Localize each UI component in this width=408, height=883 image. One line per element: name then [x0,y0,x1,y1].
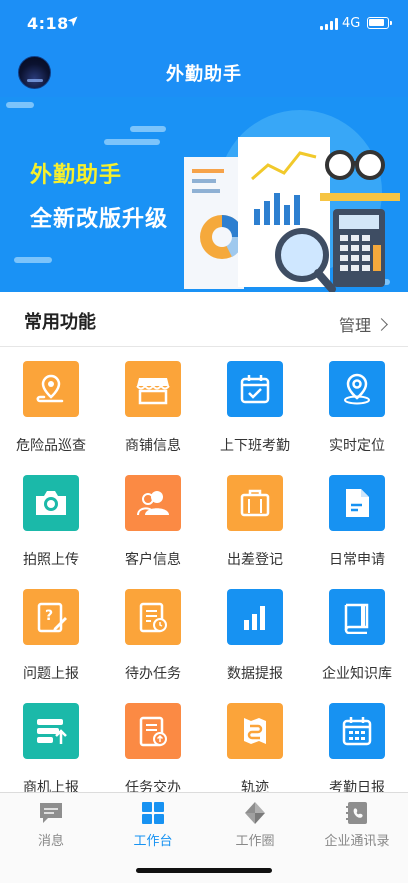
route-icon [227,703,283,759]
tab-label: 工作台 [133,834,173,849]
briefcase-icon [227,475,283,531]
function-tile[interactable]: 拍照上传 [0,461,102,575]
function-tile[interactable]: 出差登记 [204,461,306,575]
bar-chart-icon [227,589,283,645]
task-assign-icon [125,703,181,759]
function-tile[interactable]: 考勤日报 [306,689,408,792]
function-tile[interactable]: 日常申请 [306,461,408,575]
circle-diamond-icon [242,801,268,825]
status-bar: 4:18 4G [0,0,408,48]
tab-work-circle[interactable]: 工作圈 [204,801,306,849]
function-tile[interactable]: 上下班考勤 [204,347,306,461]
cellular-signal-icon [320,18,338,30]
page-title: 外勤助手 [166,64,242,85]
status-time: 4:18 [27,14,69,33]
function-tile[interactable]: 商机上报 [0,689,102,792]
camera-icon [23,475,79,531]
section-title: 常用功能 [24,312,96,333]
calendar-grid-icon [329,703,385,759]
tab-contacts[interactable]: 企业通讯录 [306,801,408,849]
manage-button[interactable]: 管理 [338,312,388,336]
function-label: 企业知识库 [322,666,392,682]
grid-icon [140,801,166,825]
home-indicator[interactable] [136,868,272,873]
map-pin-route-icon [23,361,79,417]
promo-banner[interactable]: 外勤助手 全新改版升级 [0,97,408,292]
function-tile[interactable]: 实时定位 [306,347,408,461]
function-label: 客户信息 [125,552,181,568]
function-label: 商机上报 [23,780,79,792]
location-pin-icon [329,361,385,417]
chevron-right-icon [375,317,388,331]
message-icon [38,801,64,825]
function-label: 出差登记 [227,552,283,568]
banner-headline: 外勤助手 [30,163,123,188]
app-screen: 4:18 4G 外勤助手 外勤助手 全新改版升级 常用功能 管理 危险品巡查 商… [0,0,408,883]
function-label: 待办任务 [125,666,181,682]
tab-workbench[interactable]: 工作台 [102,801,204,849]
function-label: 商铺信息 [125,438,181,454]
function-label: 拍照上传 [23,552,79,568]
calendar-check-icon [227,361,283,417]
function-label: 危险品巡查 [16,438,86,454]
store-icon [125,361,181,417]
upload-list-icon [23,703,79,759]
question-edit-icon: ? [23,589,79,645]
tab-label: 消息 [37,834,64,849]
function-tile[interactable]: 待办任务 [102,575,204,689]
address-book-icon [344,801,370,825]
book-icon [329,589,385,645]
top-bar: 4:18 4G 外勤助手 [0,0,408,97]
manage-label: 管理 [338,316,371,335]
function-label: 任务交办 [125,780,181,792]
battery-icon [367,17,392,29]
contacts-icon [125,475,181,531]
function-tile[interactable]: ? 问题上报 [0,575,102,689]
function-tile[interactable]: 危险品巡查 [0,347,102,461]
function-tile[interactable]: 任务交办 [102,689,204,792]
function-label: 问题上报 [23,666,79,682]
svg-text:?: ? [45,608,53,624]
tab-label: 企业通讯录 [324,834,390,849]
function-tile[interactable]: 客户信息 [102,461,204,575]
network-type: 4G [342,16,361,31]
banner-illustration [6,102,400,292]
function-tile[interactable]: 商铺信息 [102,347,204,461]
task-clock-icon [125,589,181,645]
function-tile[interactable]: 数据提报 [204,575,306,689]
function-label: 实时定位 [329,438,385,454]
tab-messages[interactable]: 消息 [0,801,102,849]
function-grid: 危险品巡查 商铺信息 上下班考勤 实时定位 拍照上传 客户信息 出差登记 日常申… [0,347,408,792]
common-functions-header: 常用功能 管理 [0,292,408,347]
function-tile[interactable]: 轨迹 [204,689,306,792]
function-label: 轨迹 [241,780,269,792]
banner-subheadline: 全新改版升级 [30,207,169,232]
document-icon [329,475,385,531]
function-label: 数据提报 [227,666,283,682]
tab-label: 工作圈 [235,834,275,849]
location-arrow-icon [67,16,78,27]
function-label: 考勤日报 [329,780,385,792]
function-label: 上下班考勤 [220,438,290,454]
function-tile[interactable]: 企业知识库 [306,575,408,689]
function-label: 日常申请 [329,552,385,568]
